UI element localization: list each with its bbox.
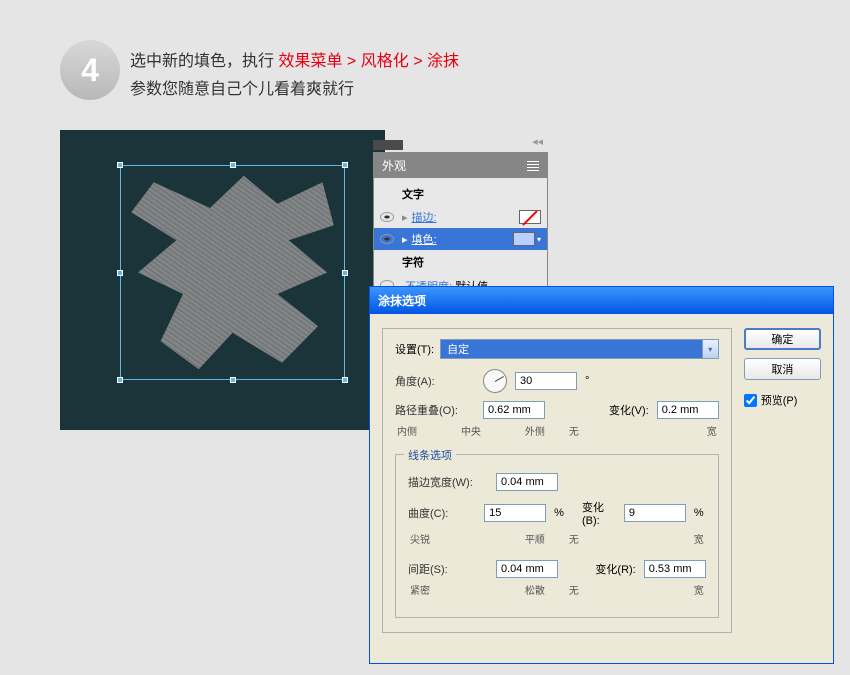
slider-label: 松散 bbox=[525, 582, 545, 597]
dropdown-icon[interactable]: ▾ bbox=[537, 235, 541, 244]
selection-handle[interactable] bbox=[230, 377, 236, 383]
selection-handle[interactable] bbox=[342, 377, 348, 383]
slider-label: 宽 bbox=[694, 531, 704, 546]
line-options-fieldset: 线条选项 描边宽度(W): 曲度(C): % 变化(B): % bbox=[395, 454, 719, 618]
spacing-input[interactable] bbox=[496, 560, 558, 578]
curve-label: 曲度(C): bbox=[408, 505, 476, 521]
curve-var-unit: % bbox=[694, 507, 706, 519]
line-options-legend: 线条选项 bbox=[404, 447, 456, 463]
dropdown-button-icon[interactable]: ▾ bbox=[702, 340, 718, 358]
settings-fieldset: 设置(T): 自定 ▾ 角度(A): ° 路径重叠(O): 变化(V bbox=[382, 328, 732, 633]
stroke-swatch-none[interactable] bbox=[519, 210, 541, 224]
slider-label: 无 bbox=[569, 423, 579, 438]
overlap-label: 路径重叠(O): bbox=[395, 402, 475, 418]
stroke-width-input[interactable] bbox=[496, 473, 558, 491]
cancel-button[interactable]: 取消 bbox=[744, 358, 821, 380]
spacing-var-input[interactable] bbox=[644, 560, 706, 578]
curve-unit: % bbox=[554, 507, 566, 519]
slider-label: 尖锐 bbox=[410, 531, 430, 546]
appearance-panel-header[interactable]: 外观 bbox=[374, 153, 547, 178]
slider-label: 无 bbox=[569, 582, 579, 597]
settings-label: 设置(T): bbox=[395, 341, 434, 357]
angle-dial[interactable] bbox=[483, 369, 507, 393]
selection-handle[interactable] bbox=[342, 162, 348, 168]
angle-label: 角度(A): bbox=[395, 373, 475, 389]
appearance-char-row: 字符 bbox=[374, 250, 547, 274]
preview-label: 预览(P) bbox=[761, 392, 798, 408]
stroke-width-label: 描边宽度(W): bbox=[408, 474, 488, 490]
slider-label: 内侧 bbox=[397, 423, 417, 438]
dialog-title-bar[interactable]: 涂抹选项 bbox=[370, 287, 833, 314]
spacing-label: 间距(S): bbox=[408, 561, 488, 577]
ok-button[interactable]: 确定 bbox=[744, 328, 821, 350]
menu-path-stylize: 风格化 bbox=[361, 53, 409, 70]
slider-label: 平顺 bbox=[525, 531, 545, 546]
scribble-options-dialog: 涂抹选项 设置(T): 自定 ▾ 角度(A): ° 路径重叠(O bbox=[369, 286, 834, 664]
slider-label: 外侧 bbox=[525, 423, 545, 438]
angle-input[interactable] bbox=[515, 372, 577, 390]
stroke-label[interactable]: 描边: bbox=[412, 209, 515, 225]
curve-var-input[interactable] bbox=[624, 504, 686, 522]
instruction-prefix: 选中新的填色，执行 bbox=[130, 53, 278, 70]
appearance-fill-row[interactable]: ▸ 填色: ▾ bbox=[374, 228, 547, 250]
menu-sep-2: > bbox=[413, 53, 427, 70]
selection-handle[interactable] bbox=[117, 377, 123, 383]
canvas-area bbox=[60, 130, 385, 430]
spacing-var-label: 变化(R): bbox=[595, 561, 635, 577]
selection-handle[interactable] bbox=[117, 270, 123, 276]
angle-unit: ° bbox=[585, 375, 599, 387]
slider-label: 无 bbox=[569, 531, 579, 546]
instruction-text: 选中新的填色，执行 效果菜单 > 风格化 > 涂抹 参数您随意自己个儿看着爽就行 bbox=[130, 48, 459, 104]
selection-handle[interactable] bbox=[230, 162, 236, 168]
overlap-var-label: 变化(V): bbox=[609, 402, 649, 418]
curve-input[interactable] bbox=[484, 504, 546, 522]
step-number-badge: 4 bbox=[60, 40, 120, 100]
menu-sep-1: > bbox=[347, 53, 361, 70]
expand-icon[interactable]: ▸ bbox=[402, 233, 408, 246]
preview-checkbox[interactable] bbox=[744, 394, 757, 407]
overlap-input[interactable] bbox=[483, 401, 545, 419]
slider-label: 中央 bbox=[461, 423, 481, 438]
visibility-icon[interactable] bbox=[380, 234, 394, 244]
curve-var-label: 变化(B): bbox=[582, 499, 616, 527]
overlap-var-input[interactable] bbox=[657, 401, 719, 419]
expand-icon[interactable]: ▸ bbox=[402, 211, 408, 224]
slider-label: 宽 bbox=[694, 582, 704, 597]
appearance-panel: 外观 文字 ▸ 描边: ▸ 填色: ▾ 字符 不透明度: 默认值 bbox=[373, 152, 548, 303]
menu-path-scribble: 涂抹 bbox=[427, 53, 459, 70]
visibility-icon[interactable] bbox=[380, 212, 394, 222]
fill-swatch[interactable] bbox=[513, 232, 535, 246]
fill-label[interactable]: 填色: bbox=[412, 231, 509, 247]
instruction-line2: 参数您随意自己个儿看着爽就行 bbox=[130, 76, 459, 104]
slider-label: 宽 bbox=[707, 423, 717, 438]
slider-label: 紧密 bbox=[410, 582, 430, 597]
selected-object[interactable] bbox=[120, 165, 345, 380]
appearance-title: 外观 bbox=[382, 157, 406, 174]
appearance-stroke-row[interactable]: ▸ 描边: bbox=[374, 206, 547, 228]
panel-collapse-tab[interactable] bbox=[373, 140, 403, 150]
selection-handle[interactable] bbox=[342, 270, 348, 276]
panel-menu-icon[interactable] bbox=[527, 161, 539, 171]
settings-value: 自定 bbox=[441, 340, 702, 358]
preview-checkbox-row[interactable]: 预览(P) bbox=[744, 392, 821, 408]
settings-dropdown[interactable]: 自定 ▾ bbox=[440, 339, 719, 359]
appearance-text-row: 文字 bbox=[374, 182, 547, 206]
menu-path-effect: 效果菜单 bbox=[278, 53, 342, 70]
selection-handle[interactable] bbox=[117, 162, 123, 168]
